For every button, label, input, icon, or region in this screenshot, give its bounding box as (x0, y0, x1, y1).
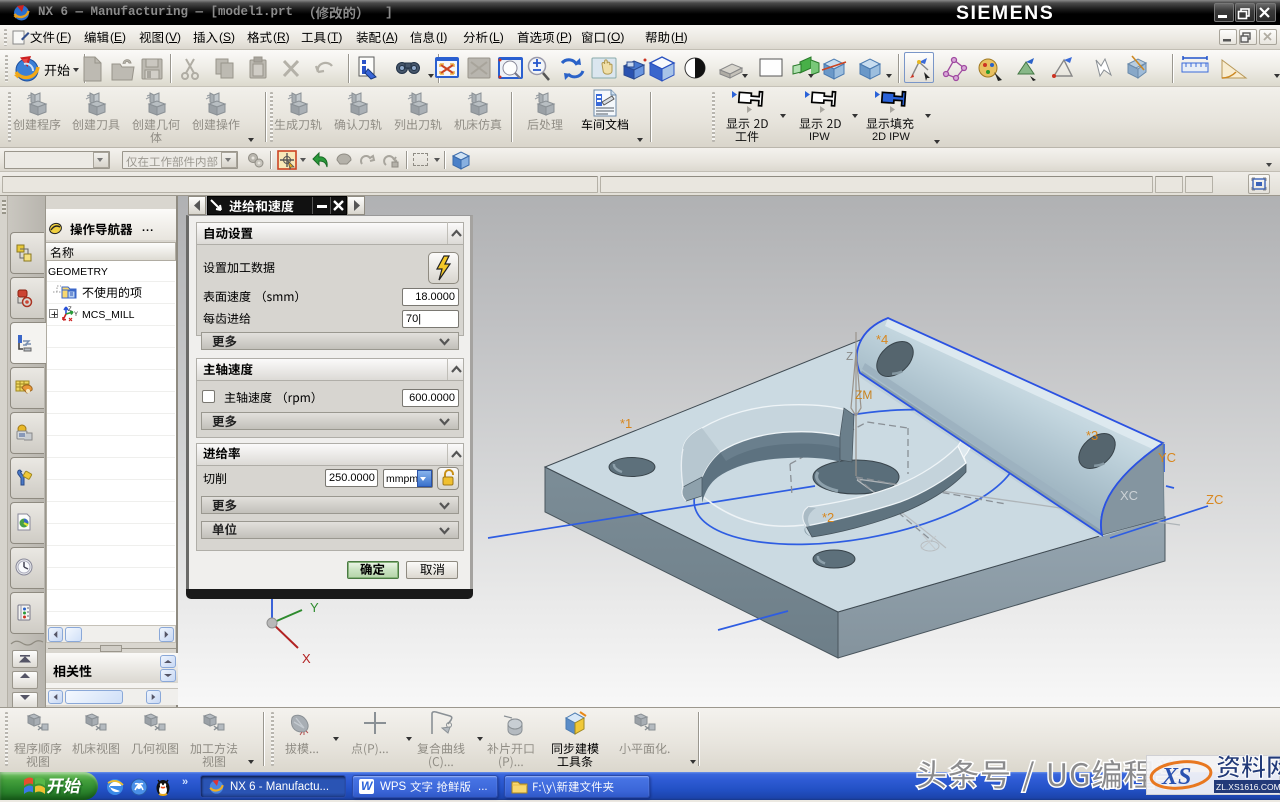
svg-text:XS: XS (1161, 764, 1191, 790)
svg-text:Z: Z (68, 307, 72, 313)
svg-text:Y: Y (74, 312, 78, 318)
svg-text:X: X (302, 651, 311, 666)
svg-text:Z: Z (846, 350, 853, 364)
svg-text:Y: Y (310, 600, 319, 615)
